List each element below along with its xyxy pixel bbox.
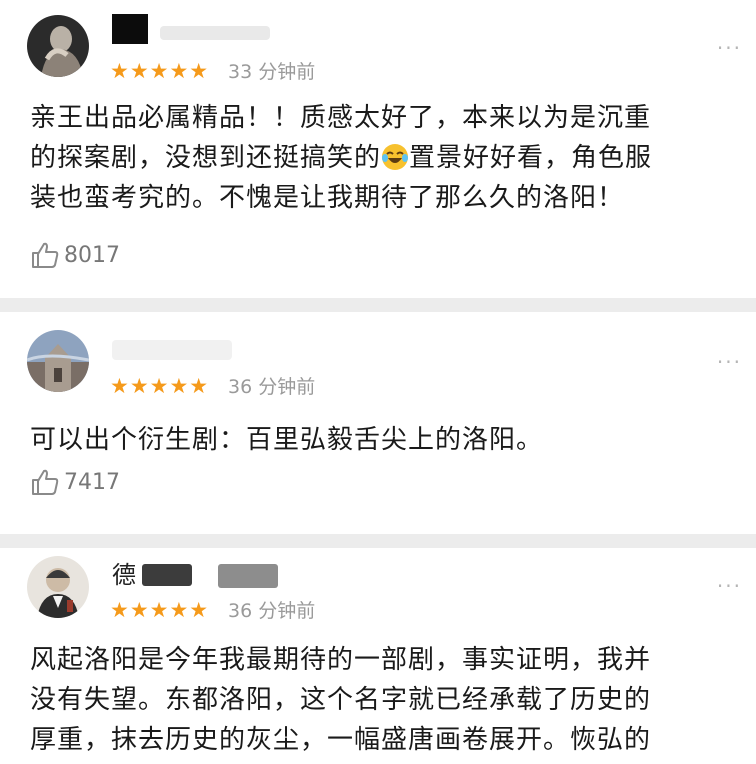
timestamp: 33 分钟前 [228,61,316,83]
like-count: 8017 [64,242,120,268]
divider [0,534,756,548]
comment-line: 可以出个衍生剧：百里弘毅舌尖上的洛阳。 [30,425,544,455]
rating-stars: ★★★★★ [110,598,210,622]
divider [0,298,756,312]
comment-feed: ★★★★★ 33 分钟前 ··· 亲王出品必属精品！！质感太好了，本来以为是沉重… [0,0,756,764]
like-button[interactable]: 8017 [30,240,120,270]
thumbs-up-icon [32,242,59,268]
comment-card: ★★★★★ 33 分钟前 ··· 亲王出品必属精品！！质感太好了，本来以为是沉重… [0,0,756,298]
username-redacted[interactable] [112,14,148,44]
comment-line: 装也蛮考究的。不愧是让我期待了那么久的洛阳！ [30,183,625,213]
username-redacted-blur [160,26,270,40]
avatar[interactable] [27,330,89,392]
rating-stars: ★★★★★ [110,374,210,398]
like-button[interactable]: 7417 [30,467,120,497]
more-options-icon[interactable]: ··· [717,38,742,58]
comment-line: 厚重，抹去历史的灰尘，一幅盛唐画卷展开。恢弘的 [30,725,652,755]
like-count: 7417 [64,469,120,495]
username-redacted-blur[interactable] [112,340,232,360]
comment-text: 风起洛阳是今年我最期待的一部剧，事实证明，我并 没有失望。东都洛阳，这个名字就已… [30,640,742,760]
username-redacted-blur [142,564,192,586]
rating-stars: ★★★★★ [110,59,210,83]
avatar[interactable] [27,556,89,618]
comment-card: ★★★★★ 36 分钟前 ··· 可以出个衍生剧：百里弘毅舌尖上的洛阳。 741… [0,312,756,534]
username[interactable]: 德 [112,560,302,590]
thumbs-up-icon [32,469,59,495]
username-redacted-blur [218,564,278,588]
avatar[interactable] [27,15,89,77]
laughing-crying-emoji [382,144,409,170]
comment-text: 亲王出品必属精品！！质感太好了，本来以为是沉重 的探案剧，没想到还挺搞笑的 置景… [30,98,742,218]
comment-line: 的探案剧，没想到还挺搞笑的 置景好好看，角色服 [30,143,653,173]
more-options-icon[interactable]: ··· [717,576,742,596]
comment-line: 风起洛阳是今年我最期待的一部剧，事实证明，我并 [30,645,652,675]
comment-line: 亲王出品必属精品！！质感太好了，本来以为是沉重 [30,103,652,133]
timestamp: 36 分钟前 [228,376,316,398]
comment-text: 可以出个衍生剧：百里弘毅舌尖上的洛阳。 [30,420,742,460]
comment-card: 德 ★★★★★ 36 分钟前 ··· 风起洛阳是今年我最期待的一部剧，事实证明，… [0,548,756,764]
comment-line: 没有失望。东都洛阳，这个名字就已经承载了历史的 [30,685,652,715]
timestamp: 36 分钟前 [228,600,316,622]
more-options-icon[interactable]: ··· [717,352,742,372]
